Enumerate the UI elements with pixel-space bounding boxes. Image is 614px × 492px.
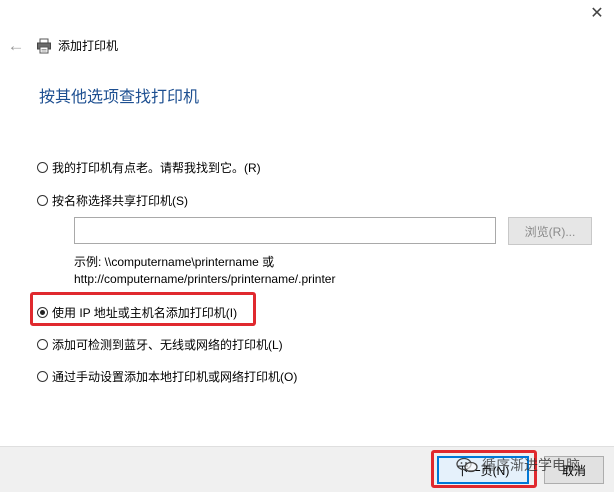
radio-shared-printer[interactable] xyxy=(37,194,48,206)
radio-manual-local[interactable] xyxy=(37,370,48,382)
next-button-highlight xyxy=(431,450,537,488)
option-shared-printer-label: 按名称选择共享打印机(S) xyxy=(52,193,188,208)
shared-printer-name-input[interactable] xyxy=(74,217,496,244)
option-manual-local[interactable]: 通过手动设置添加本地打印机或网络打印机(O) xyxy=(37,366,297,386)
page-heading: 按其他选项查找打印机 xyxy=(39,89,200,106)
option-shared-printer[interactable]: 按名称选择共享打印机(S) xyxy=(37,190,188,210)
printer-icon xyxy=(36,38,52,54)
browse-button: 浏览(R)... xyxy=(508,217,592,245)
cancel-button[interactable]: 取消 xyxy=(544,456,604,484)
option-bluetooth-wireless-label: 添加可检测到蓝牙、无线或网络的打印机(L) xyxy=(52,337,283,352)
option-old-printer[interactable]: 我的打印机有点老。请帮我找到它。(R) xyxy=(37,157,261,177)
option-manual-local-label: 通过手动设置添加本地打印机或网络打印机(O) xyxy=(52,369,298,384)
back-arrow-icon[interactable]: ← xyxy=(6,36,26,56)
radio-old-printer[interactable] xyxy=(37,161,48,173)
example-line-1: 示例: \\computername\printername 或 xyxy=(74,255,275,269)
example-line-2: http://computername/printers/printername… xyxy=(74,272,336,286)
window-title: 添加打印机 xyxy=(58,39,119,53)
radio-bluetooth-wireless[interactable] xyxy=(37,338,48,350)
example-text: 示例: \\computername\printername 或 http://… xyxy=(74,254,335,288)
option-bluetooth-wireless[interactable]: 添加可检测到蓝牙、无线或网络的打印机(L) xyxy=(37,334,283,354)
option-old-printer-label: 我的打印机有点老。请帮我找到它。(R) xyxy=(52,160,261,175)
close-icon[interactable]: ✕ xyxy=(584,4,610,24)
ip-option-highlight xyxy=(30,292,256,326)
